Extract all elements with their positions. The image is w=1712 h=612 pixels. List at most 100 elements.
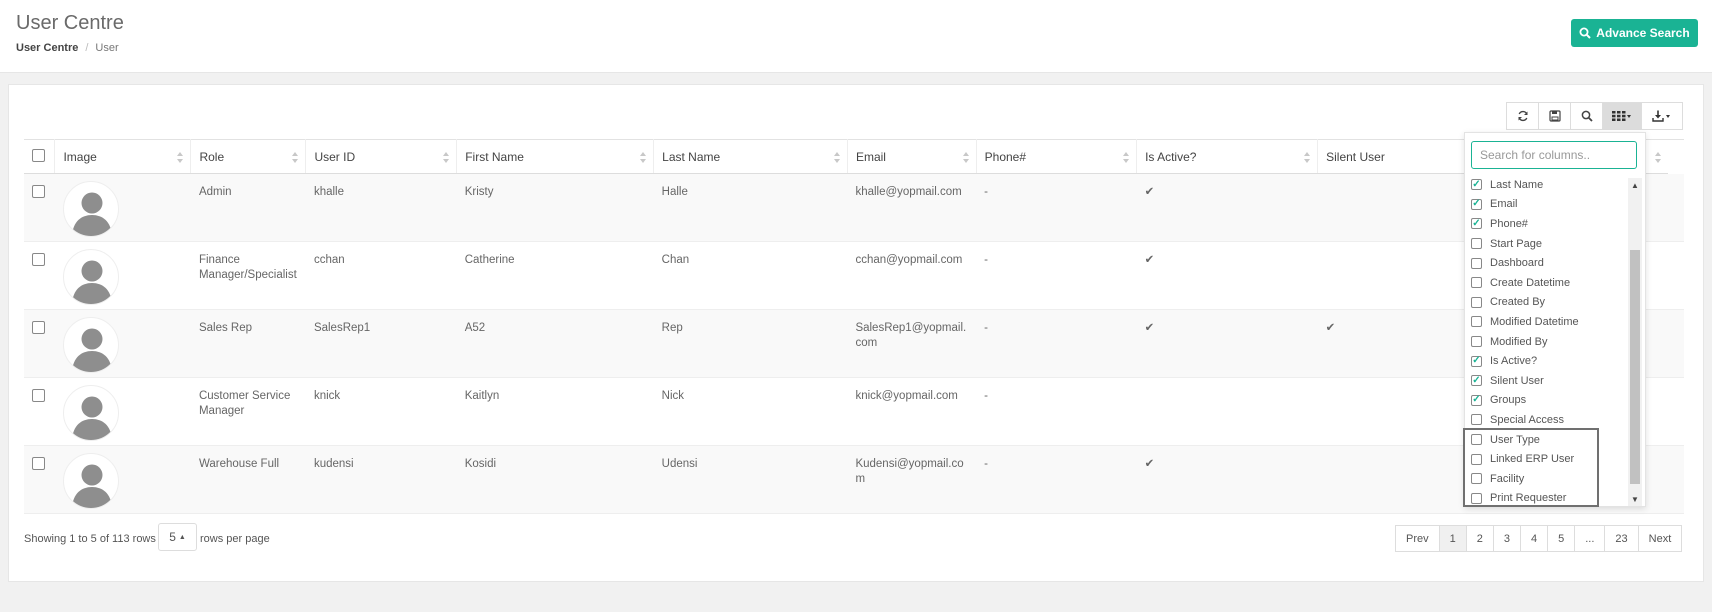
column-option[interactable]: Email bbox=[1471, 195, 1629, 215]
row-checkbox[interactable] bbox=[32, 321, 45, 334]
column-option[interactable]: Groups bbox=[1471, 391, 1629, 411]
column-option-label: Create Datetime bbox=[1490, 276, 1571, 289]
table-row[interactable]: Sales Rep SalesRep1 A52 Rep SalesRep1@yopmai… bbox=[24, 309, 1684, 378]
column-option[interactable]: Phone# bbox=[1471, 214, 1629, 234]
column-option[interactable]: Facility bbox=[1471, 469, 1629, 489]
scroll-up-arrow-icon[interactable]: ▲ bbox=[1628, 178, 1642, 192]
column-checkbox[interactable] bbox=[1471, 257, 1482, 269]
column-option[interactable]: Created By bbox=[1471, 293, 1629, 313]
column-option[interactable]: Is Active? bbox=[1471, 351, 1629, 371]
column-header-phone[interactable]: Phone# bbox=[975, 139, 1137, 174]
pager-item-4[interactable]: 4 bbox=[1520, 525, 1549, 552]
export-button[interactable] bbox=[1641, 102, 1683, 130]
column-checkbox[interactable] bbox=[1471, 473, 1482, 485]
column-header-image[interactable]: Image bbox=[54, 139, 191, 174]
pager-item-next[interactable]: Next bbox=[1637, 525, 1683, 552]
column-header-last-name[interactable]: Last Name bbox=[653, 139, 848, 174]
column-checkbox[interactable] bbox=[1471, 316, 1482, 328]
column-option[interactable]: Modified Datetime bbox=[1471, 312, 1629, 332]
search-toggle-button[interactable] bbox=[1570, 102, 1603, 130]
column-list: Last Name Email Phone# Start Page Dashboard C… bbox=[1471, 175, 1629, 508]
column-option[interactable]: Create Datetime bbox=[1471, 273, 1629, 293]
column-option[interactable]: Linked ERP User bbox=[1471, 449, 1629, 469]
cell-role: Customer Service Manager bbox=[190, 377, 306, 446]
cell-phone: - bbox=[976, 309, 1137, 378]
cell-phone: - bbox=[976, 377, 1137, 446]
pager-item-23[interactable]: 23 bbox=[1604, 525, 1639, 552]
column-checkbox[interactable] bbox=[1471, 336, 1482, 348]
column-option[interactable]: Last Name bbox=[1471, 175, 1629, 195]
column-checkbox[interactable] bbox=[1471, 355, 1482, 367]
column-option[interactable]: Special Access bbox=[1471, 410, 1629, 430]
columns-button[interactable] bbox=[1602, 102, 1642, 130]
cell-role: Warehouse Full bbox=[190, 445, 306, 514]
column-option[interactable]: User Type bbox=[1471, 430, 1629, 450]
column-header-user-id[interactable]: User ID bbox=[305, 139, 457, 174]
breadcrumb-item-user-centre[interactable]: User Centre bbox=[16, 42, 78, 54]
column-option[interactable]: Dashboard bbox=[1471, 253, 1629, 273]
sort-icon bbox=[1304, 152, 1311, 163]
column-checkbox[interactable] bbox=[1471, 179, 1482, 191]
column-option[interactable]: Print Requester bbox=[1471, 489, 1629, 509]
table-row[interactable]: Finance Manager/Specialist cchan Catherine… bbox=[24, 241, 1684, 310]
breadcrumb-item-user: User bbox=[95, 42, 119, 54]
column-option[interactable]: Start Page bbox=[1471, 234, 1629, 254]
cell-last-name: Nick bbox=[653, 377, 848, 446]
select-all-checkbox[interactable] bbox=[32, 148, 45, 162]
column-option-label: Is Active? bbox=[1490, 355, 1538, 368]
column-checkbox[interactable] bbox=[1471, 277, 1482, 289]
pager-item-3[interactable]: 3 bbox=[1492, 525, 1521, 552]
row-checkbox[interactable] bbox=[32, 457, 45, 470]
table-row[interactable]: Warehouse Full kudensi Kosidi Udensi Kudensi… bbox=[24, 445, 1684, 514]
column-checkbox[interactable] bbox=[1471, 394, 1482, 406]
refresh-button[interactable] bbox=[1506, 102, 1539, 130]
column-checkbox[interactable] bbox=[1471, 492, 1482, 504]
column-checkbox[interactable] bbox=[1471, 414, 1482, 426]
column-list-scrollbar[interactable]: ▲ ▼ bbox=[1628, 178, 1642, 506]
column-option-label: Groups bbox=[1490, 394, 1527, 407]
column-checkbox[interactable] bbox=[1471, 453, 1482, 465]
column-checkbox[interactable] bbox=[1471, 375, 1482, 387]
cell-overflow bbox=[1668, 241, 1684, 310]
column-header-is-active[interactable]: Is Active? bbox=[1136, 139, 1318, 174]
column-option-label: Last Name bbox=[1490, 178, 1544, 191]
save-button[interactable] bbox=[1538, 102, 1571, 130]
column-checkbox[interactable] bbox=[1471, 198, 1482, 210]
scrollbar-thumb[interactable] bbox=[1630, 250, 1640, 484]
advance-search-button[interactable]: Advance Search bbox=[1571, 19, 1698, 47]
column-checkbox[interactable] bbox=[1471, 434, 1482, 446]
column-option-label: Modified By bbox=[1490, 335, 1548, 348]
cell-last-name: Chan bbox=[653, 241, 848, 310]
column-header-first-name[interactable]: First Name bbox=[456, 139, 654, 174]
column-header-role[interactable]: Role bbox=[190, 139, 306, 174]
column-option[interactable]: Silent User bbox=[1471, 371, 1629, 391]
cell-image bbox=[54, 309, 191, 378]
column-option-label: Facility bbox=[1490, 472, 1525, 485]
column-checkbox[interactable] bbox=[1471, 238, 1482, 250]
pager-item-1[interactable]: 1 bbox=[1438, 525, 1467, 552]
column-search-input[interactable] bbox=[1471, 141, 1637, 169]
page-size-dropdown[interactable]: 5 ▲ bbox=[158, 523, 197, 551]
row-checkbox[interactable] bbox=[32, 389, 45, 402]
cell-role: Finance Manager/Specialist bbox=[190, 241, 306, 310]
scroll-down-arrow-icon[interactable]: ▼ bbox=[1628, 492, 1642, 506]
pager-item-5[interactable]: 5 bbox=[1547, 525, 1576, 552]
pagination: Prev 1 2 3 4 5... 23 Next bbox=[1395, 525, 1683, 552]
column-option-label: Silent User bbox=[1490, 374, 1544, 387]
table-row[interactable]: Customer Service Manager knick Kaitlyn Nick… bbox=[24, 377, 1684, 446]
cell-image bbox=[54, 445, 191, 514]
cell-user-id: cchan bbox=[305, 241, 457, 310]
column-header-email[interactable]: Email bbox=[846, 139, 977, 174]
sort-icon bbox=[1655, 152, 1662, 163]
pager-item-prev[interactable]: Prev bbox=[1395, 525, 1440, 552]
column-option-label: Email bbox=[1490, 198, 1518, 211]
row-checkbox[interactable] bbox=[32, 253, 45, 266]
column-checkbox[interactable] bbox=[1471, 218, 1482, 230]
cell-image bbox=[54, 173, 191, 242]
pager-item-2[interactable]: 2 bbox=[1465, 525, 1494, 552]
cell-overflow bbox=[1668, 309, 1684, 378]
column-checkbox[interactable] bbox=[1471, 296, 1482, 308]
row-checkbox[interactable] bbox=[32, 185, 45, 198]
table-row[interactable]: Admin khalle Kristy Halle khalle@yopmail.com… bbox=[24, 173, 1684, 242]
column-option[interactable]: Modified By bbox=[1471, 332, 1629, 352]
